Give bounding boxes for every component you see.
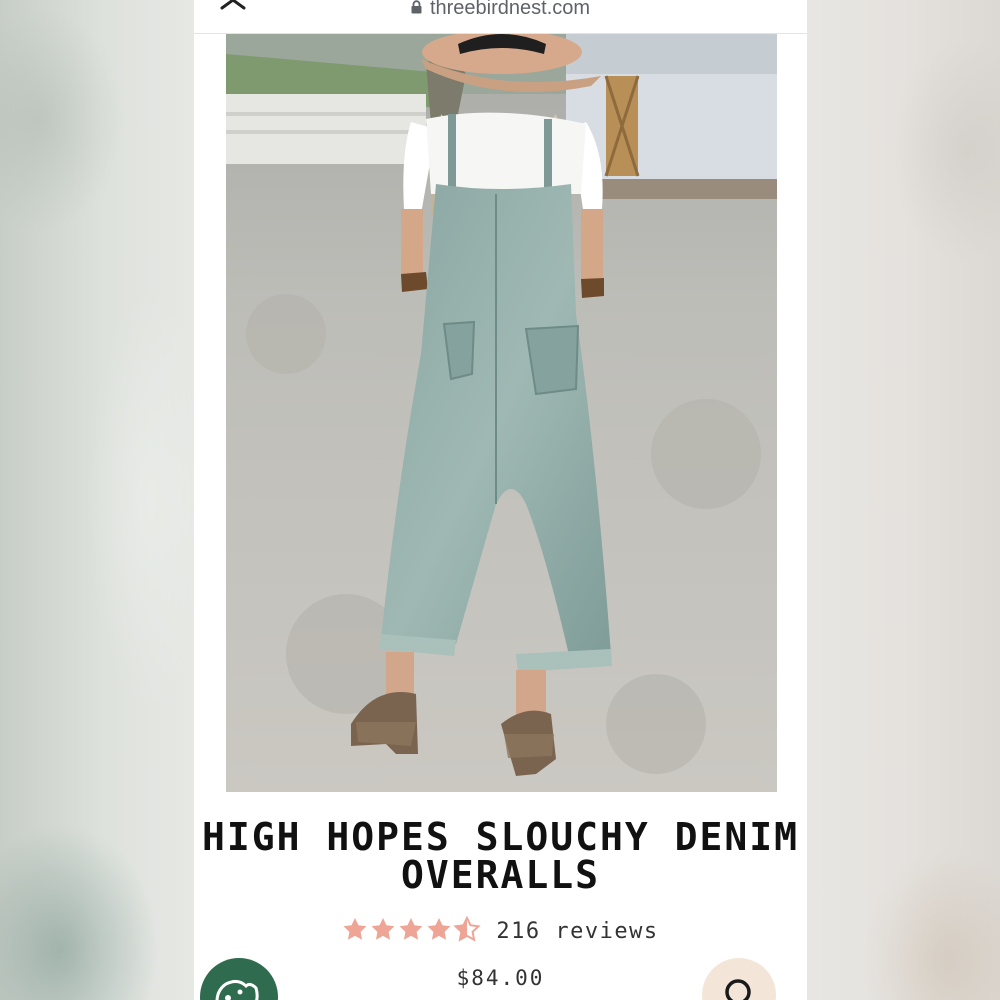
star-icon bbox=[427, 918, 451, 940]
star-rating bbox=[342, 915, 482, 946]
url-display[interactable]: threebirdnest.com bbox=[194, 0, 807, 20]
browser-url-bar: threebirdnest.com bbox=[194, 0, 807, 34]
background-blur-right bbox=[807, 0, 1000, 1000]
product-image[interactable] bbox=[226, 34, 777, 792]
product-photo bbox=[226, 34, 777, 792]
product-title: HIGH HOPES SLOUCHY DENIM OVERALLS bbox=[201, 815, 800, 897]
phone-screen: threebirdnest.com HIGH HOPES SLOUCHY DEN… bbox=[194, 0, 807, 1000]
search-button[interactable] bbox=[702, 958, 776, 1000]
url-text: threebirdnest.com bbox=[429, 0, 591, 19]
cookie-icon bbox=[215, 979, 259, 1000]
lock-icon bbox=[411, 0, 422, 14]
star-icon bbox=[371, 918, 395, 940]
background-blur-left bbox=[0, 0, 194, 1000]
rewards-button[interactable] bbox=[200, 958, 278, 1000]
search-icon bbox=[725, 979, 751, 1000]
reviews-link[interactable]: 216 reviews bbox=[496, 919, 658, 944]
rating-row: 216 reviews bbox=[194, 915, 807, 946]
star-icon bbox=[343, 918, 367, 940]
star-icon bbox=[399, 918, 423, 940]
